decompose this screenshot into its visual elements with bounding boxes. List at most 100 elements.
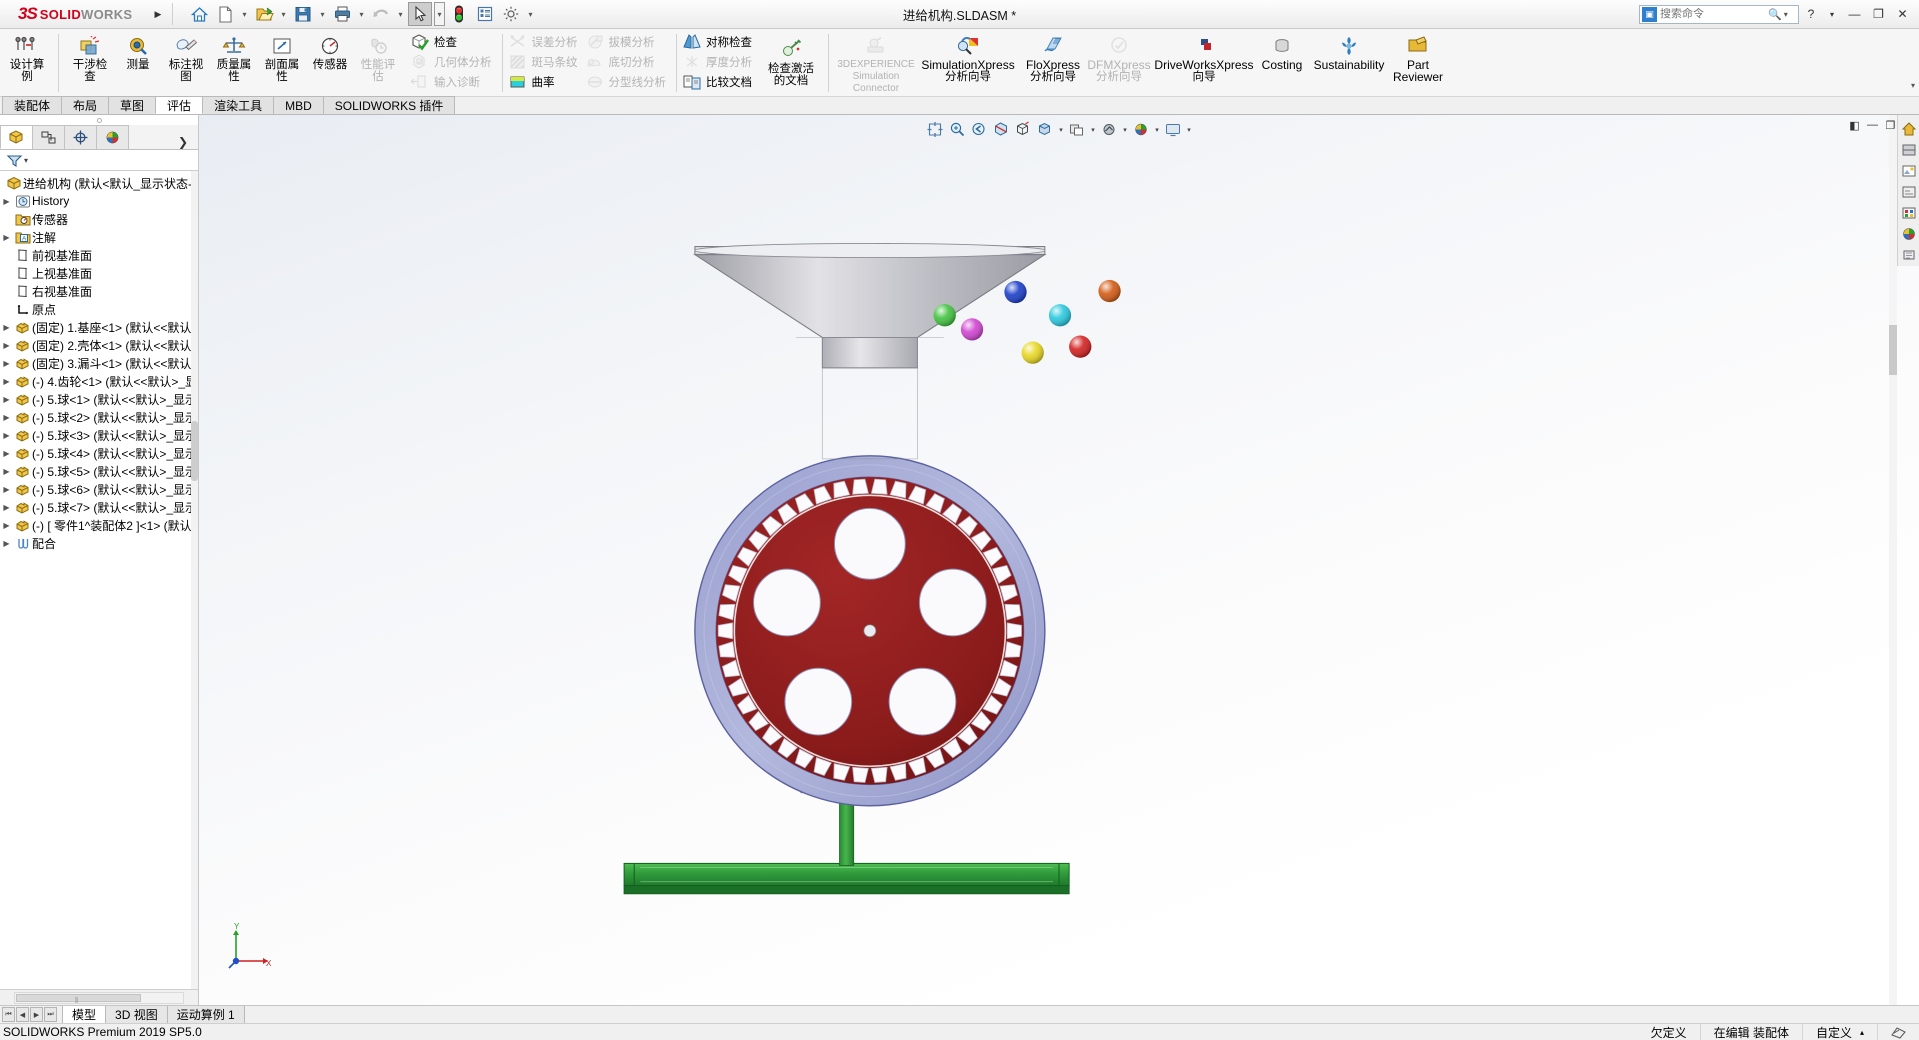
tree-node[interactable]: 右视基准面 [0,282,198,300]
tree-expand-arrow-icon[interactable]: ▶ [0,233,13,242]
zoom-to-fit-icon[interactable] [925,119,946,140]
performance-evaluation-button[interactable]: 性能评 估 [354,31,402,83]
tree-node[interactable]: 前视基准面 [0,246,198,264]
zebra-stripes-button[interactable]: 斑马条纹 [507,52,584,72]
check-button[interactable]: 检查 [409,32,498,52]
select-tool-icon[interactable] [408,2,432,26]
select-tool-dropdown-icon[interactable]: ▾ [434,2,445,26]
tab-last-button[interactable]: ⏭ [44,1007,57,1022]
tab-render-tools[interactable]: 渲染工具 [202,96,275,114]
markup-view-button[interactable]: 标注视 图 [162,31,210,83]
restore-button[interactable]: ❐ [1868,7,1889,21]
tab-evaluate[interactable]: 评估 [155,96,204,114]
part-reviewer-button[interactable]: Part Reviewer [1390,31,1446,83]
tree-node[interactable]: ▶ (-) 5.球<1> (默认<<默认>_显示状 [0,390,198,408]
tree-expand-arrow-icon[interactable]: ▶ [0,323,13,332]
appearance-icon[interactable] [1899,140,1919,160]
view-settings-dropdown-icon[interactable]: ▾ [1185,119,1194,140]
open-document-icon[interactable] [252,2,276,26]
display-style-dropdown-icon[interactable]: ▾ [1057,119,1066,140]
tab-sketch[interactable]: 草图 [108,96,157,114]
mass-properties-button[interactable]: 质量属 性 [210,31,258,83]
sustainability-button[interactable]: Sustainability [1308,31,1390,71]
tree-node[interactable]: ▶ A 注解 [0,228,198,246]
tree-expand-arrow-icon[interactable]: ▶ [0,467,13,476]
display-style-icon[interactable] [1035,119,1056,140]
tree-node[interactable]: ▶ (固定) 2.壳体<1> (默认<<默认>_显 [0,336,198,354]
symmetry-check-button[interactable]: 对称检查 [681,32,758,52]
tree-expand-arrow-icon[interactable]: ▶ [0,431,13,440]
measure-button[interactable]: 测量 [114,31,162,71]
sensor-button[interactable]: 传感器 [306,31,354,71]
tab-solidworks-addins[interactable]: SOLIDWORKS 插件 [322,96,456,114]
tree-node[interactable]: 传感器 [0,210,198,228]
panel-collapse-handle[interactable] [0,115,198,125]
tree-expand-arrow-icon[interactable]: ▶ [0,197,13,206]
help-icon[interactable]: ? [1802,7,1820,21]
settings-dropdown-icon[interactable]: ▾ [525,2,536,26]
open-document-dropdown-icon[interactable]: ▾ [278,2,289,26]
tab-layout[interactable]: 布局 [61,96,110,114]
search-dropdown-icon[interactable]: ▾ [1784,10,1788,19]
rebuild-icon[interactable] [447,2,471,26]
tree-expand-arrow-icon[interactable]: ▶ [0,413,13,422]
tree-node[interactable]: ▶ History [0,192,198,210]
help-dropdown-icon[interactable]: ▾ [1823,10,1841,19]
search-input[interactable] [1660,8,1768,20]
floxpress-button[interactable]: FloXpress 分析向导 [1020,31,1086,83]
new-document-dropdown-icon[interactable]: ▾ [239,2,250,26]
tree-node[interactable]: ▶ (-) 5.球<2> (默认<<默认>_显示状 [0,408,198,426]
property-manager-tab[interactable] [32,125,65,149]
interference-detection-button[interactable]: 干涉检 查 [66,31,114,83]
feature-tree-hscrollbar[interactable]: ⦀ [14,991,184,1005]
tree-node[interactable]: ▶ (-) 5.球<6> (默认<<默认>_显示状 [0,480,198,498]
tree-node[interactable]: ▶ (-) 5.球<4> (默认<<默认>_显示状 [0,444,198,462]
home-icon[interactable] [187,2,211,26]
model-viewport[interactable] [199,115,1919,1005]
walk-through-icon[interactable] [1899,245,1919,265]
print-icon[interactable] [330,2,354,26]
undo-icon[interactable] [369,2,393,26]
graphics-vertical-scrollbar[interactable] [1889,115,1897,1005]
import-diagnostics-button[interactable]: 输入诊断 [409,72,498,92]
camera-icon[interactable] [1899,224,1919,244]
undercut-analysis-button[interactable]: 底切分析 [584,52,673,72]
gfx-minimize-button[interactable]: — [1866,119,1879,132]
tree-expand-arrow-icon[interactable]: ▶ [0,485,13,494]
ribbon-expand-caret-icon[interactable]: ▾ [1911,81,1915,90]
minimize-button[interactable]: — [1844,7,1865,21]
gfx-split-button[interactable]: ◧ [1848,119,1861,132]
costing-button[interactable]: Costing [1256,31,1308,71]
new-document-icon[interactable] [213,2,237,26]
edit-appearance-dropdown-icon[interactable]: ▾ [1121,119,1130,140]
scene-icon[interactable] [1899,161,1919,181]
settings-gear-icon[interactable] [499,2,523,26]
tab-prev-button[interactable]: ◀ [16,1007,29,1022]
tree-root-node[interactable]: 进给机构 (默认<默认_显示状态-1>) [0,174,198,192]
graphics-area[interactable]: ▾ ▾ ▾ ▾ ▾ ◧ — ❐ Y X [199,115,1919,1005]
lights-icon[interactable] [1899,203,1919,223]
driveworksxpress-button[interactable]: DriveWorksXpress 向导 [1152,31,1256,83]
hide-show-items-icon[interactable] [1067,119,1088,140]
feature-tree-vscrollbar[interactable] [191,171,198,989]
tree-node[interactable]: ▶ (-) 5.球<7> (默认<<默认>_显示状 [0,498,198,516]
configuration-manager-tab[interactable] [64,125,97,149]
design-study-button[interactable]: 设计算 例 [3,31,51,83]
dfmxpress-button[interactable]: DFMXpress 分析向导 [1086,31,1152,83]
simulationxpress-button[interactable]: SimulationXpress 分析向导 [916,31,1020,83]
tree-expand-arrow-icon[interactable]: ▶ [0,449,13,458]
tab-mbd[interactable]: MBD [273,96,324,114]
bottom-tab-motion-study[interactable]: 运动算例 1 [166,1006,245,1024]
display-manager-tab[interactable] [96,125,129,149]
gfx-restore-button[interactable]: ❐ [1884,119,1897,132]
status-overlay-icon[interactable] [1877,1023,1919,1040]
tree-expand-arrow-icon[interactable]: ▶ [0,377,13,386]
bottom-tab-3dview[interactable]: 3D 视图 [105,1006,168,1024]
tree-node[interactable]: ▶ (-) 5.球<3> (默认<<默认>_显示状 [0,426,198,444]
thickness-analysis-button[interactable]: 厚度分析 [681,52,758,72]
view-home-icon[interactable] [1899,119,1919,139]
decal-icon[interactable] [1899,182,1919,202]
tree-expand-arrow-icon[interactable]: ▶ [0,521,13,530]
save-dropdown-icon[interactable]: ▾ [317,2,328,26]
feature-manager-tab[interactable] [0,125,33,149]
